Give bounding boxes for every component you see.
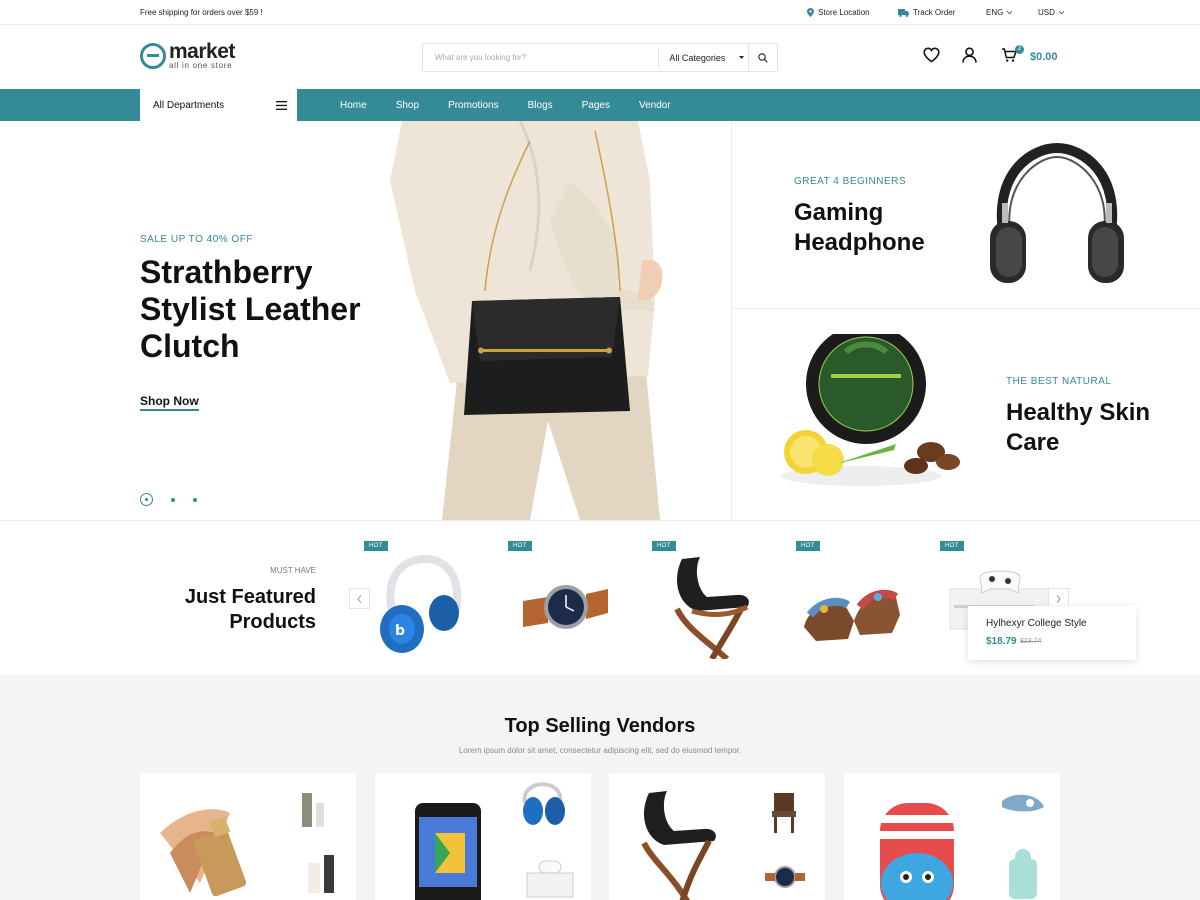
shipping-notice: Free shipping for orders over $59 ! (140, 8, 263, 17)
store-location-link[interactable]: Store Location (807, 8, 870, 17)
nav-link-blogs[interactable]: Blogs (528, 100, 553, 111)
hero-title: Strathberry Stylist Leather Clutch (140, 254, 361, 364)
vendor-card[interactable] (140, 773, 356, 900)
slider-dot-active[interactable] (140, 493, 153, 506)
currency-value: USD (1038, 8, 1055, 17)
sandals-image (804, 589, 900, 641)
currency-select[interactable]: USD (1038, 8, 1064, 17)
electronics-products-image (415, 782, 574, 900)
headphones-image: b (380, 554, 462, 653)
vendor-card[interactable] (375, 773, 591, 900)
vendor-card[interactable] (609, 773, 825, 900)
shop-now-link[interactable]: Shop Now (140, 394, 199, 411)
product-old-price: $23.74 (1020, 638, 1042, 645)
nav-link-home[interactable]: Home (340, 100, 367, 111)
chevron-down-icon (1007, 11, 1013, 14)
category-value: All Categories (669, 52, 726, 63)
search-bar: All Categories (422, 43, 778, 72)
banner-title: Healthy Skin Care (1006, 399, 1151, 456)
search-button[interactable] (748, 44, 777, 71)
product-hover-card[interactable]: Hylhexyr College Style $18.79 $23.74 (968, 606, 1136, 660)
site-header: market all in one store All Categories 2… (0, 25, 1200, 89)
slider-dot[interactable] (171, 497, 175, 502)
banner-title: Gaming Headphone (794, 199, 925, 256)
nav-link-vendor[interactable]: Vendor (639, 100, 671, 111)
featured-title: Just Featured Products (184, 586, 316, 633)
cart-total[interactable]: $0.00 (1030, 51, 1058, 63)
featured-product-card[interactable]: HOT b (364, 541, 494, 661)
language-select[interactable]: ENG (986, 8, 1013, 17)
logo-title: market (169, 40, 235, 63)
chevron-right-icon (1056, 594, 1061, 603)
wishlist-heart-icon[interactable] (923, 47, 940, 63)
account-user-icon[interactable] (962, 47, 977, 63)
featured-product-card[interactable]: HOT (652, 541, 782, 661)
kids-products-image (880, 794, 1044, 900)
featured-product-card[interactable]: HOT (508, 541, 638, 661)
language-value: ENG (986, 8, 1004, 17)
logo-mark (140, 43, 166, 69)
hero-slider: SALE UP TO 40% OFF Strathberry Stylist L… (0, 121, 731, 520)
featured-product-card[interactable]: HOT (796, 541, 926, 661)
featured-eyebrow: MUST HAVE (270, 566, 316, 575)
nav-link-pages[interactable]: Pages (582, 100, 610, 111)
all-departments-button[interactable]: All Departments (140, 89, 297, 121)
furniture-products-image (641, 791, 805, 900)
map-pin-icon (807, 8, 814, 17)
nav-link-shop[interactable]: Shop (396, 100, 419, 111)
vendor-card[interactable] (844, 773, 1060, 900)
carousel-prev-button[interactable] (349, 588, 370, 609)
nav-link-promotions[interactable]: Promotions (448, 100, 499, 111)
caret-down-icon (739, 56, 745, 59)
logo-tagline: all in one store (169, 61, 233, 70)
vendors-title: Top Selling Vendors (504, 715, 696, 737)
hero-handbag-model-image (390, 121, 663, 520)
svg-text:b: b (395, 623, 405, 639)
chevron-down-icon (1058, 11, 1064, 14)
slider-dots (140, 493, 197, 506)
top-vendors-section: Top Selling Vendors Lorem ipsum dolor si… (0, 675, 1200, 900)
banner-eyebrow: GREAT 4 BEGINNERS (794, 176, 907, 187)
cart-count-badge: 2 (1015, 45, 1024, 54)
store-location-label: Store Location (818, 8, 870, 17)
chair-image (674, 557, 749, 659)
search-icon (758, 52, 768, 63)
category-select[interactable]: All Categories (658, 48, 748, 67)
watch-image (523, 585, 608, 629)
top-bar: Free shipping for orders over $59 ! Stor… (0, 0, 1200, 25)
hero-eyebrow: SALE UP TO 40% OFF (140, 234, 253, 245)
product-name[interactable]: Hylhexyr College Style (986, 618, 1087, 629)
chevron-left-icon (357, 594, 362, 603)
main-nav: All Departments Home Shop Promotions Blo… (0, 89, 1200, 121)
slider-dot[interactable] (193, 497, 197, 502)
track-order-link[interactable]: Track Order (898, 8, 955, 17)
headphones-image (990, 143, 1124, 283)
truck-icon (898, 8, 909, 17)
banner-healthy-skin-care[interactable]: THE BEST NATURAL Healthy Skin Care (731, 309, 1200, 520)
hamburger-menu-icon (276, 100, 287, 110)
banner-eyebrow: THE BEST NATURAL (1006, 376, 1112, 387)
logo[interactable]: market all in one store (140, 40, 235, 70)
banner-gaming-headphone[interactable]: GREAT 4 BEGINNERS Gaming Headphone (731, 121, 1200, 309)
product-price: $18.79 (986, 636, 1017, 647)
all-departments-label: All Departments (153, 99, 225, 111)
vendors-subtitle: Lorem ipsum dolor sit amet, consectetur … (458, 746, 742, 755)
skin-care-jar-image (781, 334, 960, 486)
search-input[interactable] (423, 44, 659, 71)
track-order-label: Track Order (913, 8, 956, 17)
cosmetics-products-image (160, 793, 334, 897)
